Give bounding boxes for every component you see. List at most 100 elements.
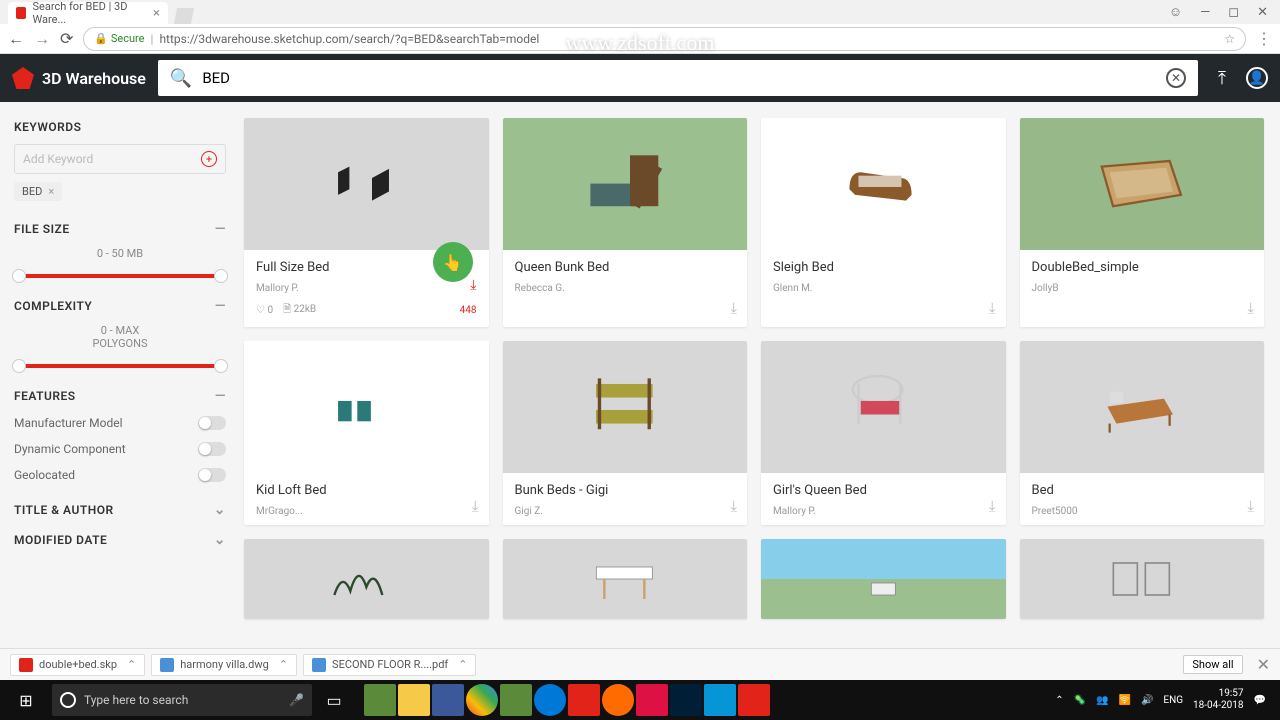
result-card[interactable]: Girl's Queen Bed Mallory P. ⤓ [761, 341, 1006, 525]
address-bar[interactable]: 🔒 Secure | https://3dwarehouse.sketchup.… [83, 27, 1246, 51]
keyword-input[interactable]: Add Keyword + [14, 144, 226, 174]
result-card[interactable]: Kid Loft Bed MrGrago... ⤓ [244, 341, 489, 525]
language-indicator[interactable]: ENG [1163, 695, 1183, 706]
download-icon[interactable]: ⤓ [730, 299, 737, 317]
result-card[interactable]: DoubleBed_simple JollyB ⤓ [1020, 118, 1265, 327]
volume-icon[interactable]: 🔊 [1141, 695, 1153, 706]
chevron-icon[interactable]: ⌃ [458, 658, 467, 671]
new-tab-button[interactable] [174, 8, 194, 24]
filesize-heading[interactable]: FILE SIZE— [14, 221, 226, 237]
keyword-placeholder: Add Keyword [23, 152, 93, 166]
result-card[interactable]: Bunk Beds - Gigi Gigi Z. ⤓ [503, 341, 748, 525]
sketchup-icon[interactable] [738, 684, 770, 716]
download-icon[interactable]: ⤓ [472, 497, 479, 515]
download-icon[interactable]: ⤓ [1247, 497, 1254, 515]
download-icon[interactable]: ⤓ [1247, 299, 1254, 317]
minimize-icon[interactable]: — [1200, 5, 1210, 20]
system-tray: ⌃ 🦠 👥 🛜 🔊 ENG 19:5718-04-2018 💬 [1055, 688, 1274, 712]
complexity-slider[interactable] [16, 364, 224, 368]
chevron-icon[interactable]: ⌃ [127, 658, 136, 671]
app-icon[interactable] [704, 684, 736, 716]
network-icon[interactable]: 🛜 [1119, 695, 1131, 706]
chevron-icon[interactable]: ⌃ [279, 658, 288, 671]
chip-remove-icon[interactable]: × [48, 185, 54, 198]
result-card[interactable]: Sleigh Bed Glenn M. ⤓ [761, 118, 1006, 327]
clock[interactable]: 19:5718-04-2018 [1193, 688, 1244, 712]
thumbnail[interactable] [1020, 118, 1265, 250]
browser-tab[interactable]: Search for BED | 3D Ware... × [8, 2, 168, 24]
card-author: Gigi Z. [515, 506, 736, 517]
taskbar-search[interactable]: Type here to search 🎤 [52, 684, 312, 716]
thumbnail[interactable] [761, 341, 1006, 473]
search-input[interactable] [202, 69, 1156, 87]
complexity-heading[interactable]: COMPLEXITY— [14, 298, 226, 314]
add-keyword-icon[interactable]: + [201, 151, 217, 167]
chrome-icon[interactable] [466, 684, 498, 716]
title-author-heading[interactable]: TITLE & AUTHOR⌄ [14, 502, 226, 518]
thumbnail[interactable] [244, 118, 489, 250]
download-item[interactable]: SECOND FLOOR R....pdf⌃ [303, 654, 476, 676]
upload-icon[interactable]: ⤒ [1210, 68, 1234, 89]
result-card[interactable] [244, 539, 489, 619]
account-icon[interactable]: ☺ [1169, 4, 1182, 20]
filesize-slider[interactable] [16, 274, 224, 278]
app-icon[interactable] [602, 684, 634, 716]
result-card[interactable] [1020, 539, 1265, 619]
app-icon[interactable] [568, 684, 600, 716]
result-card[interactable]: Bed Preet5000 ⤓ [1020, 341, 1265, 525]
menu-icon[interactable]: ⋮ [1256, 29, 1272, 48]
notifications-icon[interactable]: 💬 [1254, 695, 1266, 706]
photoshop-icon[interactable] [670, 684, 702, 716]
modified-date-heading[interactable]: MODIFIED DATE⌄ [14, 532, 226, 548]
keyword-chip[interactable]: BED × [14, 182, 62, 201]
app-icon[interactable] [500, 684, 532, 716]
bookmark-icon[interactable]: ☆ [1224, 32, 1235, 46]
download-icon[interactable]: ⤓ [470, 277, 476, 293]
task-view-icon[interactable]: ▭ [314, 680, 354, 720]
mic-icon[interactable]: 🎤 [289, 693, 304, 707]
result-card[interactable] [503, 539, 748, 619]
feature-toggle[interactable] [198, 442, 226, 456]
feature-toggle[interactable] [198, 468, 226, 482]
download-icon[interactable]: ⤓ [989, 299, 996, 317]
result-card[interactable]: Full Size Bed Mallory P. ♡ 0🗎 22kB448 👆 … [244, 118, 489, 327]
download-icon[interactable]: ⤓ [730, 497, 737, 515]
close-downloads-icon[interactable]: ✕ [1257, 655, 1270, 674]
forward-button[interactable]: → [34, 29, 50, 49]
clear-search-icon[interactable]: ✕ [1166, 68, 1186, 88]
thumbnail[interactable] [503, 341, 748, 473]
thumbnail[interactable] [503, 118, 748, 250]
feature-label: Dynamic Component [14, 442, 126, 456]
reload-button[interactable]: ⟳ [60, 29, 73, 48]
download-icon[interactable]: ⤓ [989, 497, 996, 515]
card-title: DoubleBed_simple [1032, 260, 1253, 275]
user-icon[interactable]: 👤 [1246, 67, 1268, 89]
tray-icon[interactable]: 🦠 [1074, 695, 1086, 706]
thumbnail[interactable] [1020, 341, 1265, 473]
tray-icon[interactable]: ⌃ [1055, 695, 1063, 706]
app-icon[interactable] [398, 684, 430, 716]
card-title: Bunk Beds - Gigi [515, 483, 736, 498]
download-item[interactable]: double+bed.skp⌃ [10, 654, 145, 676]
tab-close-icon[interactable]: × [153, 6, 160, 21]
start-button[interactable]: ⊞ [6, 680, 46, 720]
feature-toggle[interactable] [198, 416, 226, 430]
show-all-button[interactable]: Show all [1183, 655, 1242, 674]
app-icon[interactable] [636, 684, 668, 716]
edge-icon[interactable] [534, 684, 566, 716]
maximize-icon[interactable]: ◻ [1228, 5, 1239, 20]
file-icon [19, 658, 33, 672]
result-card[interactable] [761, 539, 1006, 619]
close-window-icon[interactable]: ✕ [1257, 5, 1268, 20]
thumbnail[interactable] [244, 341, 489, 473]
card-title: Sleigh Bed [773, 260, 994, 275]
features-heading[interactable]: FEATURES— [14, 388, 226, 404]
app-icon[interactable] [364, 684, 396, 716]
brand-logo[interactable]: 3D Warehouse [12, 67, 146, 89]
people-icon[interactable]: 👥 [1096, 695, 1108, 706]
back-button[interactable]: ← [8, 29, 24, 49]
thumbnail[interactable] [761, 118, 1006, 250]
app-icon[interactable] [432, 684, 464, 716]
result-card[interactable]: Queen Bunk Bed Rebecca G. ⤓ [503, 118, 748, 327]
download-item[interactable]: harmony villa.dwg⌃ [151, 654, 297, 676]
